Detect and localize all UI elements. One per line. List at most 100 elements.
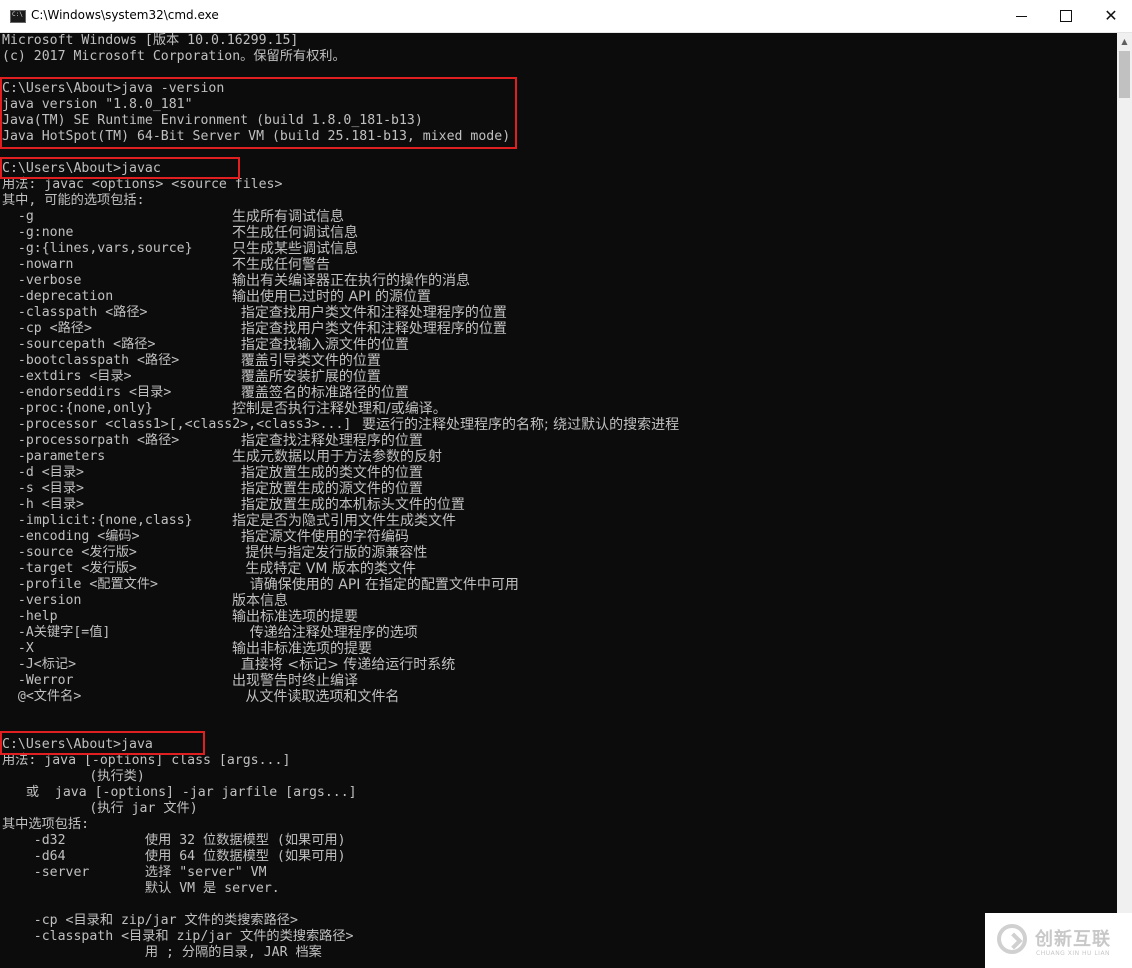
javac-option: -processorpath <路径> (2, 433, 180, 448)
javac-option-desc: 控制是否执行注释处理和/或编译。 (232, 401, 447, 417)
javac-option-desc: 传递给注释处理程序的选项 (232, 625, 418, 641)
javac-option: -deprecation (2, 289, 114, 304)
javac-option: -version (2, 593, 82, 608)
javac-option: -Werror (2, 673, 74, 688)
console-line: -server 选择 "server" VM (2, 865, 267, 880)
javac-option: -d <目录> (2, 465, 84, 480)
chuangxin-logo-icon (997, 924, 1027, 954)
close-icon: ✕ (1104, 6, 1118, 25)
javac-option: -profile <配置文件> (2, 577, 158, 592)
javac-option-desc: 指定放置生成的源文件的位置 (232, 481, 423, 497)
javac-option: -sourcepath <路径> (2, 337, 156, 352)
javac-option-desc: 生成所有调试信息 (232, 209, 344, 225)
javac-option-desc: 版本信息 (232, 593, 288, 609)
javac-option-desc: 输出有关编译器正在执行的操作的消息 (232, 273, 470, 289)
javac-option-desc: 输出非标准选项的提要 (232, 641, 372, 657)
console-output[interactable]: Microsoft Windows [版本 10.0.16299.15] (c)… (0, 33, 1117, 968)
console-line: 用法: javac <options> <source files> (2, 177, 283, 192)
console-line: 其中选项包括: (2, 817, 90, 832)
javac-option-desc: 指定放置生成的本机标头文件的位置 (232, 497, 465, 513)
watermark: 创新互联 CHUANG XIN HU LIAN (985, 913, 1132, 968)
javac-option-desc: 只生成某些调试信息 (232, 241, 358, 257)
console-line: Java HotSpot(TM) 64-Bit Server VM (build… (2, 129, 511, 144)
window-title: C:\Windows\system32\cmd.exe (31, 8, 219, 22)
javac-option: -h <目录> (2, 497, 84, 512)
javac-option-desc: 生成特定 VM 版本的类文件 (232, 561, 416, 577)
javac-option-desc: 指定是否为隐式引用文件生成类文件 (232, 513, 456, 529)
console-line: C:\Users\About>java (2, 737, 153, 752)
javac-option: -encoding <编码> (2, 529, 140, 544)
javac-option: -g (2, 209, 34, 224)
javac-option-desc: 指定查找注释处理程序的位置 (232, 433, 423, 449)
javac-option: -J<标记> (2, 657, 77, 672)
javac-option-desc: 提供与指定发行版的源兼容性 (232, 545, 428, 561)
javac-option-desc: 指定查找输入源文件的位置 (232, 337, 409, 353)
javac-option-desc: 要运行的注释处理程序的名称; 绕过默认的搜索进程 (362, 417, 680, 433)
scroll-thumb[interactable] (1119, 51, 1130, 98)
javac-option: -help (2, 609, 58, 624)
javac-option-desc: 生成元数据以用于方法参数的反射 (232, 449, 442, 465)
cmd-app-icon[interactable] (10, 10, 26, 23)
console-line: -classpath <目录和 zip/jar 文件的类搜索路径> (2, 929, 354, 944)
javac-option: -g:none (2, 225, 74, 240)
javac-option: -source <发行版> (2, 545, 137, 560)
title-bar[interactable]: C:\Windows\system32\cmd.exe ✕ (0, 0, 1132, 33)
watermark-subtitle: CHUANG XIN HU LIAN (1036, 950, 1111, 957)
minimize-button[interactable] (998, 0, 1044, 32)
console-line: 其中, 可能的选项包括: (2, 193, 145, 208)
javac-option: -verbose (2, 273, 82, 288)
console-line: -d64 使用 64 位数据模型 (如果可用) (2, 849, 346, 864)
javac-option: -g:{lines,vars,source} (2, 241, 193, 256)
javac-option-desc: 覆盖引导类文件的位置 (232, 353, 381, 369)
javac-option-desc: 不生成任何调试信息 (232, 225, 358, 241)
javac-option-desc: 直接将 <标记> 传递给运行时系统 (232, 657, 456, 673)
console-line: 或 java [-options] -jar jarfile [args...] (2, 785, 357, 800)
close-button[interactable]: ✕ (1088, 0, 1132, 32)
javac-option: -cp <路径> (2, 321, 92, 336)
javac-option: -X (2, 641, 34, 656)
maximize-icon (1060, 10, 1072, 22)
javac-option-desc: 指定源文件使用的字符编码 (232, 529, 409, 545)
javac-option-desc: 指定放置生成的类文件的位置 (232, 465, 423, 481)
javac-option-desc: 覆盖签名的标准路径的位置 (232, 385, 409, 401)
javac-option: -endorseddirs <目录> (2, 385, 172, 400)
minimize-icon (1015, 15, 1027, 17)
javac-option: -nowarn (2, 257, 74, 272)
scroll-up-arrow-icon[interactable]: ▲ (1117, 33, 1132, 50)
watermark-name: 创新互联 (1035, 929, 1111, 950)
javac-option-desc: 出现警告时终止编译 (232, 673, 358, 689)
javac-option: @<文件名> (2, 689, 82, 704)
javac-option: -target <发行版> (2, 561, 137, 576)
console-line: C:\Users\About>javac (2, 161, 161, 176)
javac-option: -classpath <路径> (2, 305, 148, 320)
javac-option-desc: 从文件读取选项和文件名 (232, 689, 400, 705)
javac-option: -processor <class1>[,<class2>,<class3>..… (2, 417, 352, 432)
console-line: (c) 2017 Microsoft Corporation。保留所有权利。 (2, 49, 346, 64)
console-line: (执行 jar 文件) (2, 801, 198, 816)
console-line: C:\Users\About>java -version (2, 81, 225, 96)
console-line: 默认 VM 是 server. (2, 881, 280, 896)
javac-option-desc: 指定查找用户类文件和注释处理程序的位置 (232, 321, 507, 337)
console-line: 用 ; 分隔的目录, JAR 档案 (2, 945, 322, 960)
javac-option-desc: 指定查找用户类文件和注释处理程序的位置 (232, 305, 507, 321)
vertical-scrollbar[interactable]: ▲ (1117, 33, 1132, 968)
console-line: -d32 使用 32 位数据模型 (如果可用) (2, 833, 346, 848)
javac-option: -implicit:{none,class} (2, 513, 193, 528)
javac-option: -A关键字[=值] (2, 625, 111, 640)
javac-option-desc: 不生成任何警告 (232, 257, 330, 273)
javac-option-desc: 请确保使用的 API 在指定的配置文件中可用 (232, 577, 519, 593)
console-line: -cp <目录和 zip/jar 文件的类搜索路径> (2, 913, 298, 928)
javac-option: -parameters (2, 449, 106, 464)
javac-option: -bootclasspath <路径> (2, 353, 180, 368)
javac-option-desc: 覆盖所安装扩展的位置 (232, 369, 381, 385)
javac-option: -extdirs <目录> (2, 369, 132, 384)
javac-option: -proc:{none,only} (2, 401, 153, 416)
maximize-button[interactable] (1043, 0, 1089, 32)
console-line: Java(TM) SE Runtime Environment (build 1… (2, 113, 423, 128)
console-line: Microsoft Windows [版本 10.0.16299.15] (2, 33, 299, 48)
console-line: (执行类) (2, 769, 145, 784)
javac-option-desc: 输出标准选项的提要 (232, 609, 358, 625)
cmd-window: C:\Windows\system32\cmd.exe ✕ Microsoft … (0, 0, 1132, 968)
javac-option: -s <目录> (2, 481, 84, 496)
console-line: java version "1.8.0_181" (2, 97, 193, 112)
